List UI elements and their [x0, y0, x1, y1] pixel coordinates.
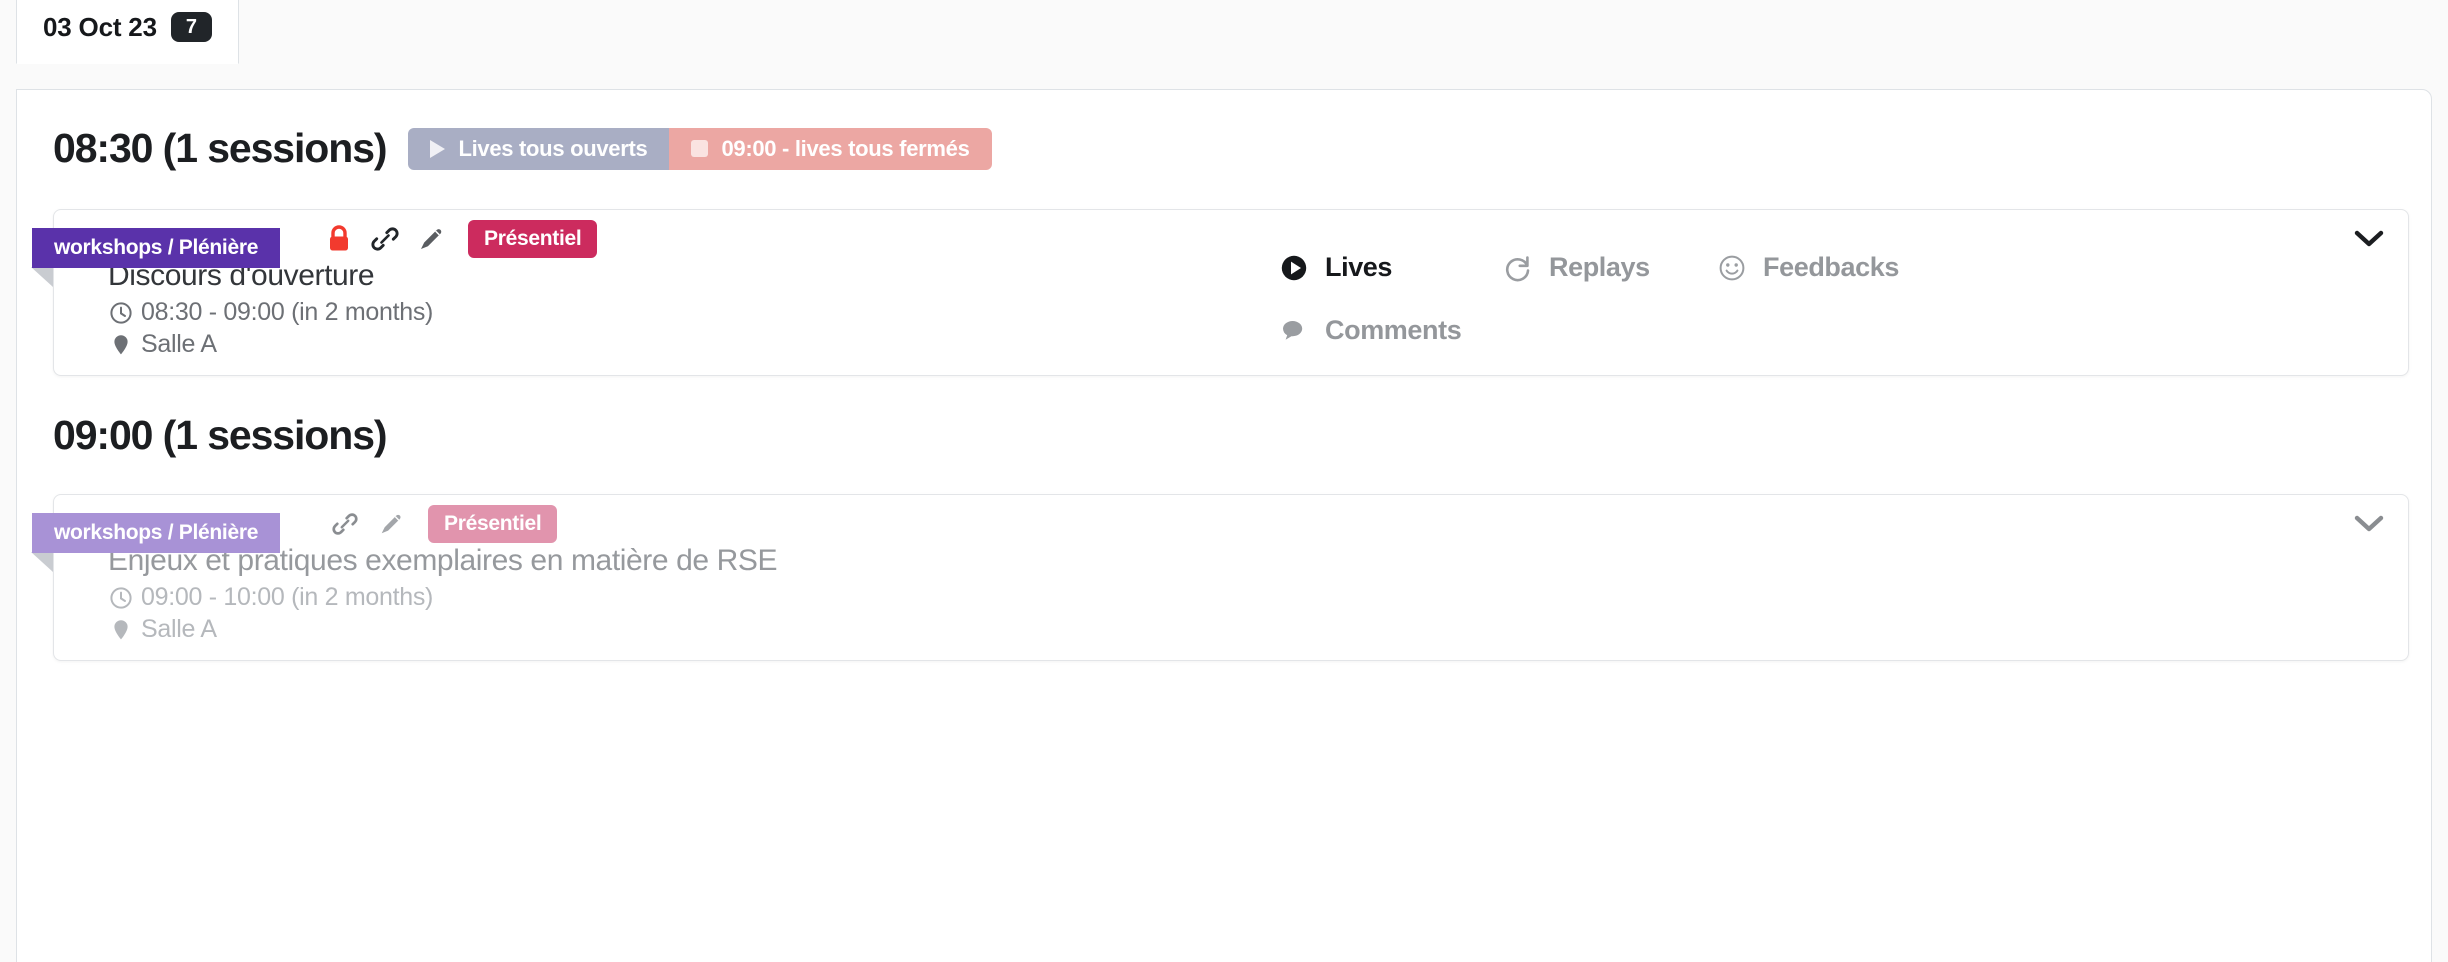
play-icon [430, 139, 446, 158]
schedule-list: 08:30 (1 sessions) Lives tous ouverts 09… [17, 90, 2431, 962]
clock-icon [110, 301, 132, 324]
session-card-wrap: workshops / Plénière [17, 494, 2431, 661]
session-room-label: Salle A [141, 330, 217, 358]
action-replays[interactable]: Replays [1503, 252, 1717, 283]
smiley-icon [1719, 255, 1745, 280]
clock-icon [110, 586, 132, 609]
session-format-chip[interactable]: Présentiel [428, 505, 558, 543]
session-time-row: 08:30 - 09:00 (in 2 months) [108, 298, 1264, 327]
session-title: Discours d'ouverture [108, 259, 375, 292]
session-time-label: 09:00 - 10:00 (in 2 months) [141, 583, 434, 611]
session-actions: Lives Replays Feedbacks Comments [1264, 210, 2408, 375]
lives-toggle-group: Lives tous ouverts 09:00 - lives tous fe… [408, 127, 992, 170]
schedule-group-0830: 08:30 (1 sessions) Lives tous ouverts 09… [17, 90, 2431, 376]
session-card-wrap: workshops / Plénière [17, 209, 2431, 376]
chevron-down-icon [2354, 515, 2384, 532]
map-pin-icon [114, 334, 128, 354]
session-format-chip[interactable]: Présentiel [468, 220, 598, 258]
session-category-label: workshops / Plénière [54, 521, 259, 544]
action-replays-label: Replays [1549, 252, 1650, 282]
action-lives-label: Lives [1325, 252, 1393, 282]
collapse-toggle[interactable] [2354, 515, 2384, 533]
session-actions [1264, 495, 2408, 660]
session-room-row: Salle A [108, 615, 1264, 644]
session-category-ribbon[interactable]: workshops / Plénière [32, 513, 281, 553]
group-header: 09:00 (1 sessions) [17, 412, 2431, 459]
tab-bar: 03 Oct 23 7 [16, 0, 2448, 64]
lives-all-closed-label: 09:00 - lives tous fermés [721, 135, 970, 161]
map-pin-icon [114, 619, 128, 639]
session-time-row: 09:00 - 10:00 (in 2 months) [108, 583, 1264, 612]
lives-all-closed-button[interactable]: 09:00 - lives tous fermés [669, 127, 992, 170]
group-time-label: 08:30 (1 sessions) [53, 125, 388, 171]
session-category-ribbon[interactable]: workshops / Plénière [32, 228, 281, 268]
ribbon-fold [31, 267, 53, 287]
action-comments[interactable]: Comments [1279, 315, 1462, 346]
session-card-row: Présentiel Discours d'ouverture 08:30 - … [54, 210, 2408, 375]
schedule-page: 03 Oct 23 7 08:30 (1 sessions) Lives tou… [0, 0, 2448, 962]
group-time-label: 09:00 (1 sessions) [53, 412, 388, 458]
session-room-label: Salle A [141, 615, 217, 643]
link-icon[interactable] [322, 507, 368, 541]
chevron-down-icon [2354, 230, 2384, 247]
action-feedbacks-label: Feedbacks [1763, 252, 1899, 282]
session-card: workshops / Plénière [32, 494, 2409, 661]
pencil-icon[interactable] [368, 507, 414, 541]
collapse-toggle[interactable] [2354, 230, 2384, 248]
lock-icon[interactable] [316, 222, 362, 256]
tab-content-panel: 08:30 (1 sessions) Lives tous ouverts 09… [16, 89, 2432, 962]
session-time-label: 08:30 - 09:00 (in 2 months) [141, 298, 434, 326]
stop-icon [691, 140, 709, 157]
pencil-icon[interactable] [408, 222, 454, 256]
action-lives[interactable]: Lives [1279, 252, 1503, 283]
ribbon-fold [31, 552, 53, 572]
lives-all-open-label: Lives tous ouverts [458, 135, 648, 161]
session-actions-row-1: Lives Replays Feedbacks [1279, 252, 2408, 283]
tab-label: 03 Oct 23 [43, 11, 157, 42]
tab-session-count-badge: 7 [170, 12, 212, 42]
group-header: 08:30 (1 sessions) Lives tous ouverts 09… [17, 125, 2431, 172]
link-icon[interactable] [362, 222, 408, 256]
tab-03-oct-23[interactable]: 03 Oct 23 7 [16, 0, 239, 64]
session-card-row: Présentiel Enjeux et pratiques exemplair… [54, 495, 2408, 660]
session-title: Enjeux et pratiques exemplaires en matiè… [108, 544, 778, 577]
session-actions-row-2: Comments [1279, 315, 2408, 346]
comment-icon [1283, 320, 1303, 340]
play-circle-icon [1281, 255, 1307, 280]
session-category-label: workshops / Plénière [54, 236, 259, 259]
action-feedbacks[interactable]: Feedbacks [1717, 252, 1899, 283]
replay-icon [1505, 255, 1530, 281]
schedule-group-0900: 09:00 (1 sessions) workshops / Plénière [17, 376, 2431, 661]
lives-all-open-button[interactable]: Lives tous ouverts [408, 127, 670, 170]
action-comments-label: Comments [1325, 315, 1462, 345]
session-room-row: Salle A [108, 330, 1264, 359]
session-card: workshops / Plénière [32, 209, 2409, 376]
